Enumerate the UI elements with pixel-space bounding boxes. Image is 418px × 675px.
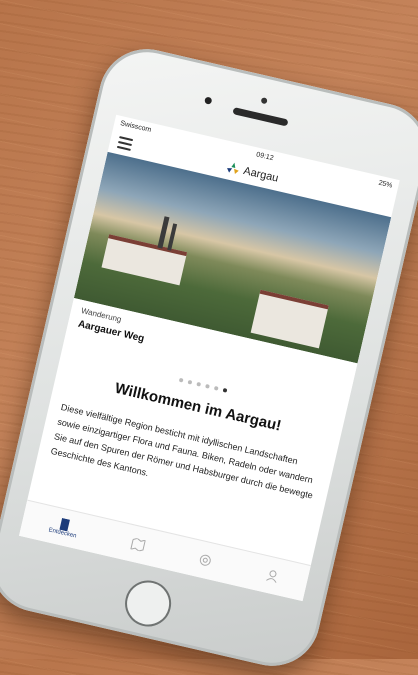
app-title: Aargau xyxy=(242,165,280,185)
home-button[interactable] xyxy=(120,575,176,632)
target-icon xyxy=(200,554,212,566)
user-icon xyxy=(266,570,277,584)
carousel-dot[interactable] xyxy=(196,381,202,387)
clock: 09:12 xyxy=(255,150,275,162)
tab-nearby[interactable] xyxy=(197,553,213,568)
carousel-dot[interactable] xyxy=(213,385,219,391)
carousel-dot-active[interactable] xyxy=(222,387,228,393)
front-camera xyxy=(204,96,213,105)
battery-label: 25% xyxy=(377,179,394,190)
carousel-dot[interactable] xyxy=(205,383,210,389)
tab-profile[interactable] xyxy=(265,568,281,584)
town-building xyxy=(250,289,329,349)
church-tower xyxy=(167,223,178,251)
aargau-logo-icon xyxy=(226,162,239,174)
carousel-dot[interactable] xyxy=(187,379,193,385)
smartphone: Swisscom 09:12 25% Aargau Wanderung Aarg… xyxy=(0,39,418,675)
tab-map[interactable] xyxy=(130,537,147,552)
tab-bar: Entdecken xyxy=(19,499,311,602)
map-icon xyxy=(130,537,147,552)
abbey-building xyxy=(101,234,188,286)
hamburger-menu-icon[interactable] xyxy=(116,136,134,151)
carousel-dot[interactable] xyxy=(178,377,184,383)
proximity-sensor xyxy=(260,97,268,105)
app-screen: Swisscom 09:12 25% Aargau Wanderung Aarg… xyxy=(19,114,400,602)
tab-entdecken[interactable]: Entdecken xyxy=(48,516,80,540)
earpiece-speaker xyxy=(232,107,289,127)
